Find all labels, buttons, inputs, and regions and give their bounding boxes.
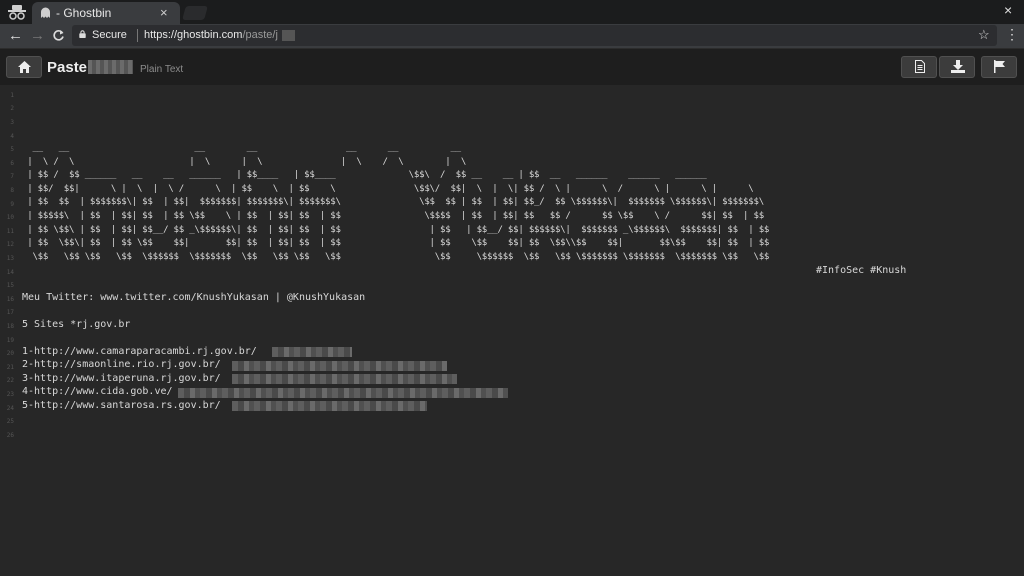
language-label: Plain Text [140, 64, 184, 75]
home-icon [18, 61, 31, 73]
line-number: 7 [10, 173, 14, 180]
download-button[interactable] [939, 56, 975, 78]
line-number: 24 [6, 405, 14, 412]
line-number: 13 [6, 255, 14, 262]
line-number: 15 [6, 282, 14, 289]
line-number: 16 [6, 296, 14, 303]
line-number: 26 [6, 432, 14, 439]
tagline: #InfoSec #Knush [816, 265, 907, 276]
tab-close-icon[interactable]: × [160, 5, 168, 20]
page-title: Paste [47, 59, 88, 76]
redacted-path [232, 374, 457, 384]
site-line-1: 1-http://www.camaraparacambi.rj.gov.br/ [22, 346, 257, 357]
secure-label: Secure [92, 29, 127, 41]
home-button[interactable] [6, 56, 42, 78]
line-number: 6 [10, 160, 14, 167]
line-number: 23 [6, 391, 14, 398]
redacted-path [232, 401, 427, 411]
browser-toolbar: ← → Secure https://ghostbin.com/paste/j … [0, 24, 1024, 48]
line-number: 25 [6, 418, 14, 425]
url-blurred [282, 30, 295, 41]
new-tab-button[interactable] [182, 6, 208, 20]
bookmark-star-icon[interactable]: ☆ [978, 27, 990, 43]
line-number: 12 [6, 241, 14, 248]
document-icon [915, 60, 925, 73]
raw-button[interactable] [901, 56, 937, 78]
twitter-line: Meu Twitter: www.twitter.com/KnushYukasa… [22, 292, 366, 303]
site-line-2: 2-http://smaonline.rio.rj.gov.br/ [22, 359, 221, 370]
site-line-3: 3-http://www.itaperuna.rj.gov.br/ [22, 373, 221, 384]
line-number: 3 [10, 119, 14, 126]
line-number: 11 [6, 228, 14, 235]
reload-icon[interactable] [52, 29, 65, 42]
line-number-gutter: 1 2 3 4 5 6 7 8 9 10 11 12 13 14 15 16 1… [0, 85, 16, 576]
ghostbin-favicon-icon [41, 7, 50, 18]
incognito-icon [8, 5, 26, 20]
tab-title: - Ghostbin [56, 6, 112, 20]
site-line-5: 5-http://www.santarosa.rs.gov.br/ [22, 400, 221, 411]
paste-id-blurred [88, 60, 133, 74]
redacted-path [272, 347, 352, 357]
flag-icon [994, 60, 1005, 73]
line-number: 1 [10, 92, 14, 99]
url-text[interactable]: https://ghostbin.com/paste/j [144, 29, 278, 41]
line-number: 19 [6, 337, 14, 344]
ascii-art-banner: __ __ __ __ __ __ __ | \ / \ | \ | \ | \… [27, 143, 770, 262]
url-path: /paste/j [242, 29, 278, 41]
paste-body: 1 2 3 4 5 6 7 8 9 10 11 12 13 14 15 16 1… [0, 85, 1024, 576]
tab-strip: - Ghostbin × × [0, 0, 1024, 24]
line-number: 21 [6, 364, 14, 371]
lock-icon [79, 30, 86, 38]
line-number: 17 [6, 309, 14, 316]
browser-tab[interactable]: - Ghostbin × [32, 2, 180, 24]
browser-menu-icon[interactable]: ⋮ [1005, 26, 1019, 43]
address-divider [137, 29, 138, 42]
line-number: 20 [6, 350, 14, 357]
redacted-path [178, 388, 508, 398]
line-number: 18 [6, 323, 14, 330]
app-header: Paste Plain Text [0, 48, 1024, 85]
site-line-4: 4-http://www.cida.gob.ve/ [22, 386, 173, 397]
line-number: 2 [10, 105, 14, 112]
back-button[interactable]: ← [8, 27, 23, 44]
line-number: 8 [10, 187, 14, 194]
forward-button[interactable]: → [30, 27, 45, 44]
sites-header: 5 Sites *rj.gov.br [22, 319, 131, 330]
line-number: 4 [10, 133, 14, 140]
window-close-icon[interactable]: × [1004, 2, 1012, 18]
address-bar[interactable]: Secure https://ghostbin.com/paste/j ☆ [72, 25, 997, 46]
line-number: 22 [6, 377, 14, 384]
report-button[interactable] [981, 56, 1017, 78]
line-number: 14 [6, 269, 14, 276]
url-host: https://ghostbin.com [144, 29, 243, 41]
line-number: 5 [10, 146, 14, 153]
line-number: 9 [10, 201, 14, 208]
redacted-path [232, 361, 447, 371]
line-number: 10 [6, 214, 14, 221]
download-icon [951, 60, 965, 73]
